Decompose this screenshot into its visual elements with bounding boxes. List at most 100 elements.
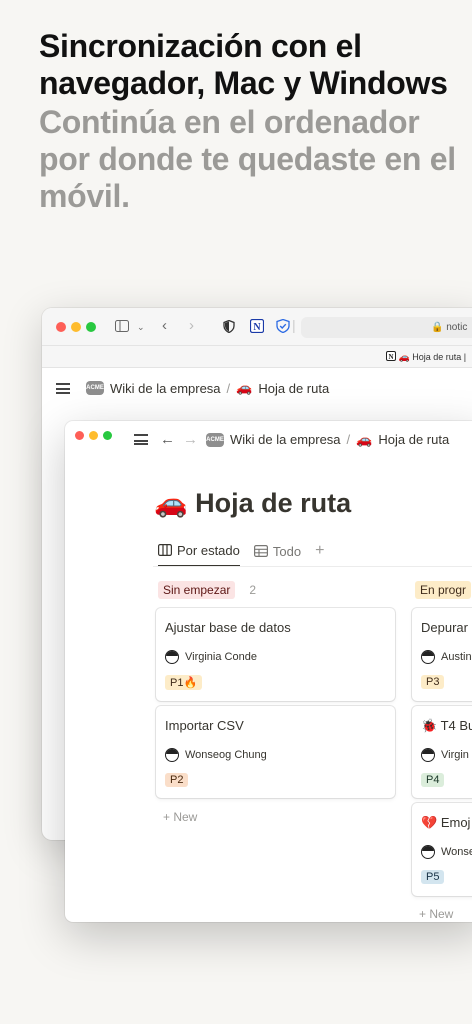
card-emoji: 🐞 [421, 718, 438, 733]
svg-text:N: N [253, 322, 261, 333]
assignee-name: Wonse [441, 846, 472, 858]
view-tabs: Por estado Todo + [158, 542, 324, 567]
card-title-text: T4 Bu [440, 718, 472, 733]
browser-tab-bar: N 🚗 Hoja de ruta | [42, 346, 472, 368]
card-assignee: Austin [421, 650, 472, 664]
back-arrow-icon[interactable]: ← [160, 431, 175, 448]
breadcrumb-separator: / [346, 432, 351, 447]
card-title: 💔 Emoj [421, 815, 470, 831]
app-breadcrumb: ← → ACME Wiki de la empresa / 🚗 Hoja de … [134, 431, 449, 448]
new-card-button[interactable]: + New [419, 907, 453, 921]
breadcrumb-page-emoji: 🚗 [356, 431, 373, 447]
breadcrumb: ACME Wiki de la empresa / 🚗 Hoja de ruta [56, 380, 329, 396]
new-label: New [173, 810, 198, 824]
minimize-window-button[interactable] [89, 431, 98, 440]
url-text: 🔒 notic [431, 322, 468, 333]
app-window: ← → ACME Wiki de la empresa / 🚗 Hoja de … [65, 421, 472, 922]
browser-tab[interactable]: N 🚗 Hoja de ruta | [386, 351, 466, 363]
sidebar-toggle-icon[interactable] [115, 320, 129, 335]
assignee-name: Virginia Conde [185, 651, 257, 663]
board-card[interactable]: Ajustar base de datos Virginia Conde P1🔥 [156, 608, 395, 701]
avatar [421, 845, 435, 859]
avatar [421, 650, 435, 664]
card-title: Depurar c [421, 620, 472, 635]
avatar [165, 650, 179, 664]
maximize-window-button[interactable] [86, 322, 96, 332]
column-count: 2 [249, 583, 257, 597]
board-icon [158, 544, 172, 556]
url-value: notic [446, 322, 468, 333]
tab-todo[interactable]: Todo [253, 543, 302, 566]
status-pill[interactable]: En progr [415, 581, 472, 599]
headline-title: Sincronización con el navegador, Mac y W… [39, 28, 448, 101]
priority-tag: P4 [421, 773, 445, 787]
svg-text:N: N [388, 353, 393, 361]
wiki-icon: ACME [206, 432, 224, 447]
card-assignee: Wonse [421, 845, 472, 859]
breadcrumb-page[interactable]: Hoja de ruta [258, 381, 329, 396]
card-assignee: Wonseog Chung [165, 748, 267, 762]
card-emoji: 💔 [421, 815, 438, 830]
card-assignee: Virginia Conde [165, 650, 257, 664]
card-title-text: Emoj [440, 815, 471, 830]
column-header-sin-empezar: Sin empezar 2 [158, 581, 256, 599]
tab-emoji: 🚗 [398, 352, 410, 362]
page-title-text[interactable]: Hoja de ruta [195, 488, 351, 518]
close-window-button[interactable] [56, 322, 66, 332]
table-icon [253, 545, 268, 557]
wiki-icon: ACME [86, 381, 104, 395]
menu-icon[interactable] [134, 434, 148, 445]
board-card[interactable]: 💔 Emoj Wonse P5 [412, 803, 472, 896]
new-card-button[interactable]: + New [163, 810, 197, 824]
priority-tag: P2 [165, 773, 189, 787]
notion-favicon-icon: N [386, 351, 396, 361]
tab-title: Hoja de ruta | [412, 352, 467, 362]
priority-tag: P3 [421, 675, 445, 689]
notion-icon[interactable]: N [249, 318, 265, 336]
add-view-button[interactable]: + [315, 542, 324, 567]
privacy-shield-icon[interactable] [276, 318, 290, 336]
card-title: Ajustar base de datos [165, 620, 291, 635]
assignee-name: Virgin [441, 749, 469, 761]
breadcrumb-page[interactable]: Hoja de ruta [378, 432, 449, 447]
menu-icon[interactable] [56, 382, 70, 394]
priority-tag: P5 [421, 870, 445, 884]
page-title-emoji[interactable]: 🚗 [154, 488, 188, 518]
assignee-name: Wonseog Chung [185, 749, 267, 761]
priority-tag: P1🔥 [165, 675, 203, 690]
status-pill[interactable]: Sin empezar [158, 581, 236, 599]
forward-arrow-icon[interactable]: → [183, 431, 198, 448]
breadcrumb-page-emoji: 🚗 [236, 380, 253, 395]
maximize-window-button[interactable] [103, 431, 112, 440]
forward-arrow-icon[interactable]: › [189, 318, 194, 333]
url-bar[interactable]: 🔒 notic [301, 317, 472, 338]
back-arrow-icon[interactable]: ‹ [162, 318, 167, 333]
assignee-name: Austin [441, 651, 472, 663]
board-card[interactable]: Importar CSV Wonseog Chung P2 [156, 706, 395, 798]
page-title: 🚗 Hoja de ruta [154, 487, 351, 519]
card-title: Importar CSV [165, 718, 244, 733]
board-card[interactable]: Depurar c Austin P3 [412, 608, 472, 701]
card-assignee: Virgin [421, 748, 469, 762]
breadcrumb-wiki[interactable]: Wiki de la empresa [230, 432, 341, 447]
toolbar-divider: | [292, 317, 296, 333]
card-title: 🐞 T4 Bu [421, 718, 472, 734]
new-label: New [429, 907, 454, 921]
close-window-button[interactable] [75, 431, 84, 440]
column-header-en-progreso: En progr [415, 581, 472, 599]
tab-label: Por estado [177, 542, 240, 558]
avatar [421, 748, 435, 762]
tabs-divider [153, 566, 472, 567]
breadcrumb-wiki[interactable]: Wiki de la empresa [110, 381, 221, 396]
headline-subtitle: Continúa en el ordenador por donde te qu… [39, 104, 456, 214]
chevron-down-icon[interactable]: ⌄ [137, 320, 145, 334]
breadcrumb-separator: / [226, 380, 231, 396]
tab-por-estado[interactable]: Por estado [158, 543, 240, 567]
headline: Sincronización con el navegador, Mac y W… [39, 28, 459, 215]
minimize-window-button[interactable] [71, 322, 81, 332]
tab-label: Todo [272, 543, 302, 559]
avatar [165, 748, 179, 762]
browser-toolbar: ⌄ ‹ › N | 🔒 notic [42, 308, 472, 346]
shield-icon[interactable] [223, 319, 235, 336]
board-card[interactable]: 🐞 T4 Bu Virgin P4 [412, 706, 472, 798]
